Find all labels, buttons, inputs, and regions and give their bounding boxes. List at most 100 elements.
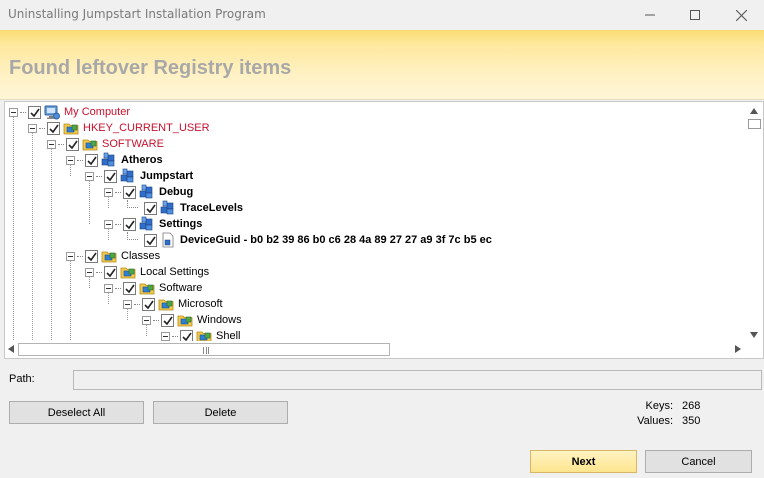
collapse-icon[interactable]: [85, 171, 94, 181]
delete-button[interactable]: Delete: [153, 401, 288, 424]
registry-tree[interactable]: My Computer HKEY_CURRENT_USER SOFTWARE Athe…: [4, 101, 764, 359]
collapse-icon[interactable]: [142, 315, 151, 325]
registry-folder-icon: [158, 296, 174, 312]
tree-connector: [127, 232, 138, 240]
tree-node[interactable]: SOFTWARE: [47, 136, 164, 152]
scroll-up-icon[interactable]: [750, 108, 758, 114]
tree-node[interactable]: Debug: [104, 184, 193, 200]
tree-node-checkbox[interactable]: [47, 121, 60, 135]
registry-key-icon: [139, 216, 155, 232]
tree-connector: [172, 335, 178, 337]
tree-node-checkbox[interactable]: [104, 265, 117, 279]
horizontal-scroll-thumb[interactable]: [18, 343, 390, 356]
minimize-button[interactable]: [627, 0, 673, 30]
collapse-icon[interactable]: [85, 267, 94, 277]
registry-key-icon: [160, 200, 176, 216]
scroll-down-icon[interactable]: [750, 332, 758, 338]
collapse-icon[interactable]: [66, 251, 75, 261]
collapse-icon[interactable]: [9, 107, 18, 117]
horizontal-scrollbar[interactable]: [5, 341, 763, 358]
tree-connector: [134, 303, 140, 305]
minimize-icon: [645, 14, 655, 16]
registry-folder-icon: [63, 120, 79, 136]
tree-guide-line: [70, 165, 71, 176]
tree-node[interactable]: Classes: [66, 248, 160, 264]
tree-node-checkbox[interactable]: [161, 313, 174, 327]
close-icon: [735, 9, 747, 21]
tree-node-checkbox[interactable]: [123, 185, 136, 199]
keys-label: Keys:: [645, 400, 673, 412]
tree-guide-line: [127, 309, 128, 320]
tree-node-label: Software: [159, 282, 203, 294]
tree-node[interactable]: My Computer: [9, 104, 130, 120]
tree-node[interactable]: TraceLevels: [123, 200, 243, 216]
close-button[interactable]: [718, 0, 764, 30]
tree-node-checkbox[interactable]: [28, 105, 41, 119]
registry-key-icon: [139, 184, 155, 200]
tree-node[interactable]: Microsoft: [123, 296, 223, 312]
tree-connector: [115, 191, 121, 193]
tree-node[interactable]: Windows: [142, 312, 242, 328]
tree-node-checkbox[interactable]: [144, 233, 157, 247]
tree-node-label: Jumpstart: [140, 170, 194, 182]
tree-node[interactable]: Settings: [104, 216, 202, 232]
maximize-icon: [690, 10, 700, 20]
collapse-icon[interactable]: [123, 299, 132, 309]
registry-value-icon: [160, 232, 176, 248]
maximize-button[interactable]: [672, 0, 718, 30]
tree-node-checkbox[interactable]: [144, 201, 157, 215]
tree-connector: [20, 111, 26, 113]
tree-guide-line: [32, 133, 33, 342]
tree-node[interactable]: HKEY_CURRENT_USER: [28, 120, 210, 136]
registry-folder-icon: [196, 328, 212, 342]
tree-guide-line: [146, 325, 147, 336]
tree-connector: [153, 319, 159, 321]
tree-node[interactable]: Jumpstart: [85, 168, 193, 184]
tree-node[interactable]: Shell: [161, 328, 240, 342]
values-label: Values:: [637, 415, 673, 427]
tree-node-checkbox[interactable]: [104, 169, 117, 183]
tree-node-checkbox[interactable]: [142, 297, 155, 311]
deselect-all-button[interactable]: Deselect All: [9, 401, 144, 424]
tree-connector: [77, 255, 83, 257]
vertical-scroll-thumb[interactable]: [748, 119, 761, 129]
tree-node[interactable]: Atheros: [66, 152, 163, 168]
tree-node-label: Windows: [197, 314, 242, 326]
collapse-icon[interactable]: [104, 187, 113, 197]
registry-folder-icon: [177, 312, 193, 328]
collapse-icon[interactable]: [28, 123, 37, 133]
vertical-scrollbar[interactable]: [746, 102, 763, 342]
next-button[interactable]: Next: [530, 450, 637, 473]
header-banner: Found leftover Registry items: [0, 30, 764, 100]
tree-node-checkbox[interactable]: [123, 281, 136, 295]
collapse-icon[interactable]: [161, 331, 170, 341]
tree-node-label: TraceLevels: [180, 202, 243, 214]
tree-rows: My Computer HKEY_CURRENT_USER SOFTWARE Athe…: [5, 102, 745, 342]
tree-node-checkbox[interactable]: [85, 249, 98, 263]
tree-node-checkbox[interactable]: [123, 217, 136, 231]
registry-folder-icon: [139, 280, 155, 296]
tree-node[interactable]: DeviceGuid - b0 b2 39 86 b0 c6 28 4a 89 …: [123, 232, 492, 248]
collapse-icon[interactable]: [66, 155, 75, 165]
tree-guide-line: [51, 149, 52, 342]
tree-guide-line: [89, 181, 90, 224]
collapse-icon[interactable]: [47, 139, 56, 149]
cancel-button[interactable]: Cancel: [645, 450, 752, 473]
tree-node-label: Local Settings: [140, 266, 210, 278]
tree-guide-line: [108, 293, 109, 304]
tree-node-checkbox[interactable]: [85, 153, 98, 167]
collapse-icon[interactable]: [104, 219, 113, 229]
title-bar: Uninstalling Jumpstart Installation Prog…: [0, 0, 764, 30]
scroll-right-icon[interactable]: [735, 345, 741, 353]
scroll-left-icon[interactable]: [8, 345, 14, 353]
tree-node[interactable]: Software: [104, 280, 202, 296]
tree-node-label: Classes: [121, 250, 161, 262]
tree-node[interactable]: Local Settings: [85, 264, 209, 280]
tree-node-label: Microsoft: [178, 298, 223, 310]
tree-connector: [127, 200, 138, 208]
tree-connector: [115, 287, 121, 289]
tree-node-label: SOFTWARE: [102, 138, 164, 150]
tree-node-checkbox[interactable]: [66, 137, 79, 151]
tree-guide-line: [108, 197, 109, 208]
collapse-icon[interactable]: [104, 283, 113, 293]
